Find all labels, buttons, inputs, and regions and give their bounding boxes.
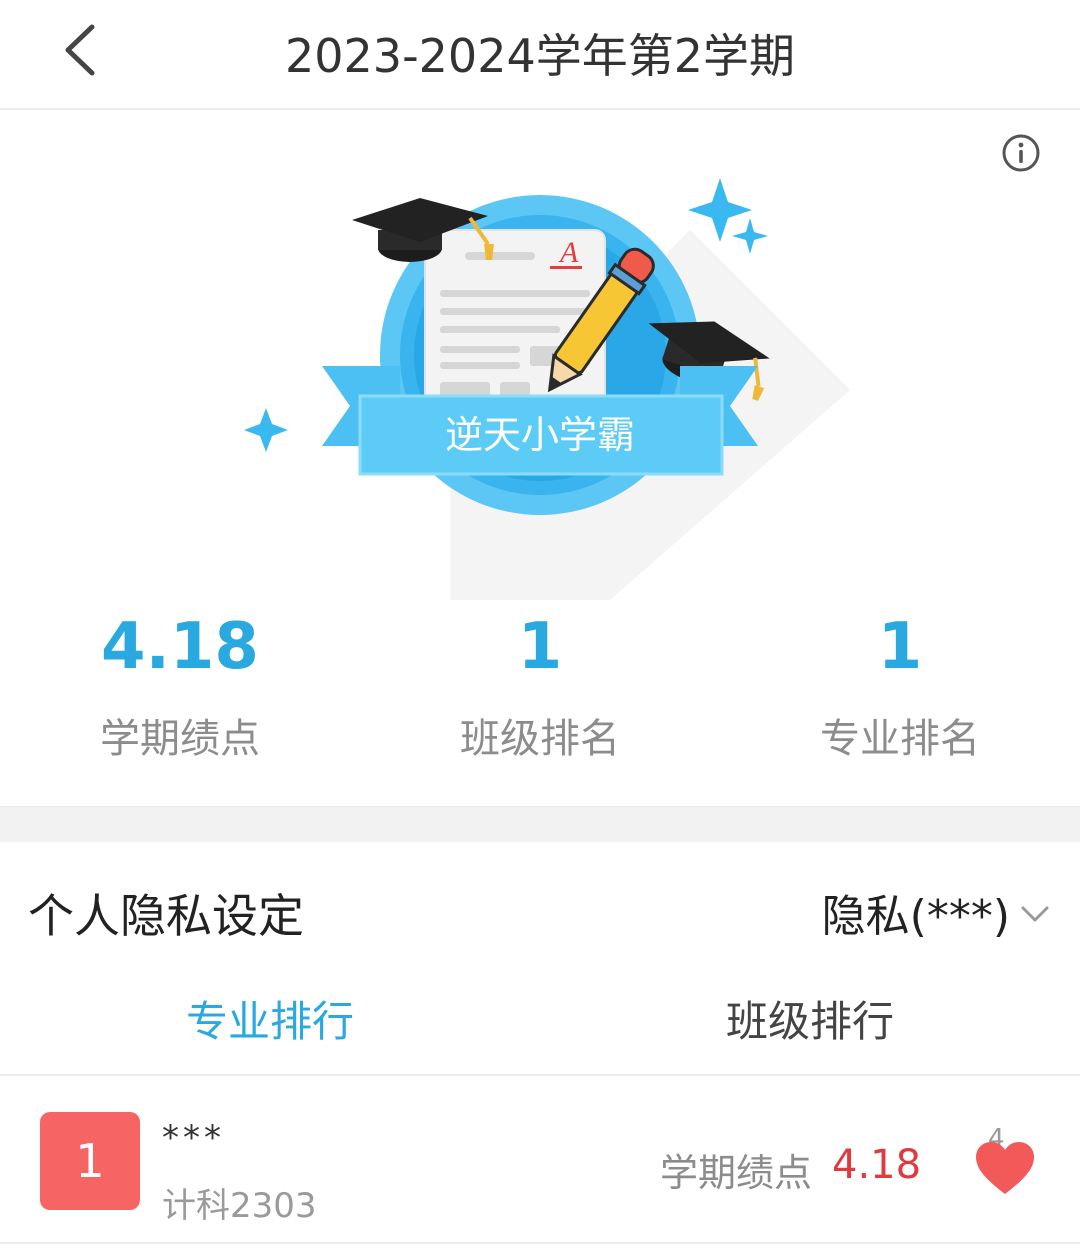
tab-major-ranking[interactable]: 专业排行 — [0, 972, 540, 1074]
privacy-select[interactable]: 隐私(***) — [822, 880, 1010, 944]
stat-label: 专业排名 — [820, 716, 980, 762]
stat-value: 1 — [877, 610, 923, 684]
stat-label: 学期绩点 — [100, 716, 260, 762]
stat-value: 4.18 — [101, 610, 259, 684]
chevron-down-icon[interactable] — [1020, 904, 1050, 924]
badge-title: 逆天小学霸 — [445, 413, 635, 457]
badge-illustration: A 逆天小学霸 — [244, 178, 850, 600]
heart-icon[interactable] — [974, 1140, 1036, 1196]
ranking-tabs: 专业排行 班级排行 — [0, 972, 1080, 1076]
top-bar: 2023-2024学年第2学期 — [0, 0, 1080, 110]
stat-major-rank: 1 专业排名 — [720, 612, 1080, 782]
stat-class-rank: 1 班级排名 — [360, 612, 720, 782]
page-title: 2023-2024学年第2学期 — [285, 29, 795, 83]
gpa-label: 学期绩点 — [660, 1151, 813, 1195]
student-class: 计科2303 — [162, 1186, 317, 1226]
paper-grade: A — [558, 236, 579, 269]
gpa-value: 4.18 — [832, 1142, 922, 1188]
sparkle-icon — [732, 218, 768, 254]
sparkle-icon — [244, 408, 288, 452]
rank-badge: 1 — [40, 1112, 140, 1210]
student-name: *** — [162, 1118, 225, 1158]
achievement-badge: A 逆天小学霸 — [230, 170, 850, 600]
privacy-setting-row[interactable]: 个人隐私设定 隐私(***) — [0, 842, 1080, 972]
info-button[interactable] — [1000, 132, 1042, 174]
stat-label: 班级排名 — [460, 716, 620, 762]
list-item[interactable]: 1 *** 计科2303 学期绩点 4.18 4 — [0, 1078, 1080, 1244]
stat-semester-gpa: 4.18 学期绩点 — [0, 612, 360, 782]
sparkle-icon — [688, 178, 752, 242]
section-divider — [0, 806, 1080, 842]
stat-value: 1 — [517, 610, 563, 684]
stats-summary: 4.18 学期绩点 1 班级排名 1 专业排名 — [0, 612, 1080, 782]
info-icon — [1002, 134, 1040, 172]
tab-class-ranking[interactable]: 班级排行 — [540, 972, 1080, 1074]
privacy-label: 个人隐私设定 — [28, 889, 304, 943]
